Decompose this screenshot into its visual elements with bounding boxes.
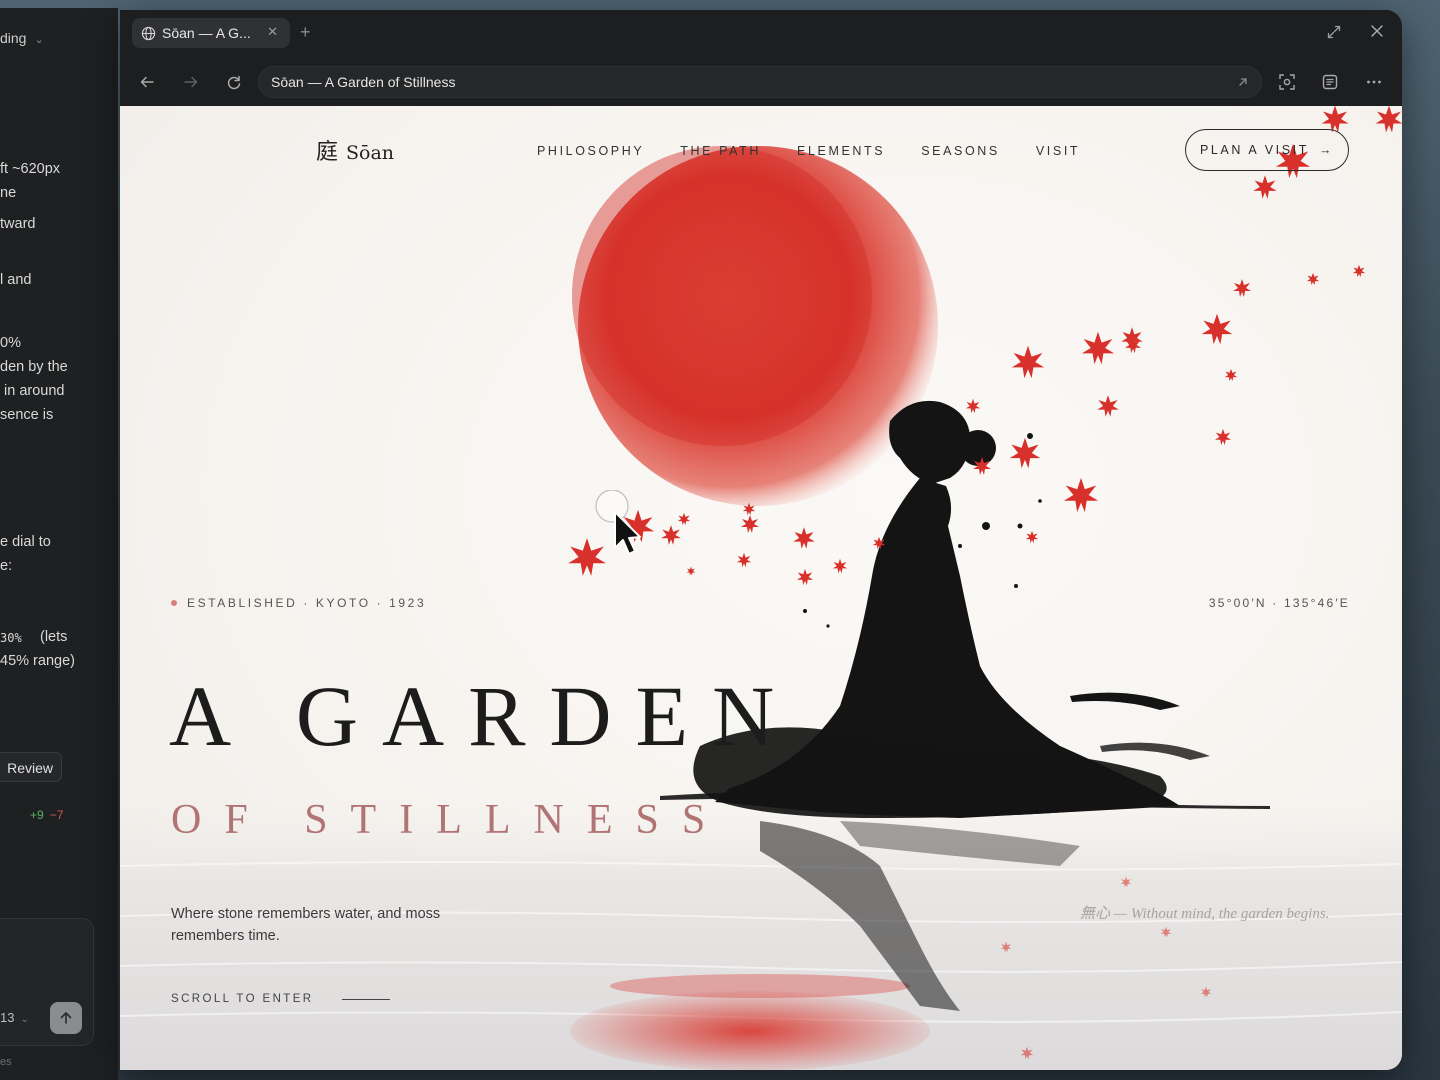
hero-subheadline: OF STILLNESS (171, 797, 729, 843)
close-window-icon[interactable] (1370, 24, 1384, 43)
model-select[interactable]: 13 ⌄ (0, 1010, 29, 1025)
nav-seasons[interactable]: SEASONS (921, 144, 1000, 158)
browser-window: Sōan — A G... ✕ + Sōan — A Garden of Sti… (120, 10, 1402, 1070)
zen-quote: 無心 — Without mind, the garden begins. (1080, 906, 1330, 922)
mouse-cursor-icon (595, 490, 641, 555)
chat-text-line: e: (0, 558, 13, 574)
hero-headline: A GARDEN (169, 668, 799, 764)
globe-icon (141, 26, 156, 40)
reader-icon[interactable] (1319, 71, 1341, 93)
new-tab-icon[interactable]: + (300, 22, 311, 43)
logo-kanji: 庭 (316, 140, 339, 165)
chat-text-line: 45% range) (0, 653, 75, 669)
chat-text-line: den by the (0, 359, 68, 375)
reload-icon[interactable] (223, 71, 245, 93)
diff-added: +9 (30, 808, 44, 822)
chat-text-line: tward (0, 216, 36, 232)
model-select-label: 13 (0, 1010, 15, 1025)
scroll-rule (341, 998, 390, 1000)
open-external-icon[interactable] (1237, 68, 1249, 98)
hero-tagline: Where stone remembers water, and moss re… (171, 906, 441, 944)
established-label: ESTABLISHED · KYOTO · 1923 (171, 596, 426, 610)
chat-header[interactable]: ding ⌄ (0, 30, 44, 46)
review-button[interactable]: Review (0, 752, 62, 782)
screenshot-icon[interactable] (1276, 71, 1298, 93)
address-bar[interactable]: Sōan — A Garden of Stillness (258, 66, 1262, 98)
chat-footer-text: es (0, 1056, 12, 1068)
address-text: Sōan — A Garden of Stillness (271, 74, 456, 90)
chat-text-line: 0% (0, 335, 21, 351)
scroll-cue[interactable]: SCROLL TO ENTER (171, 993, 390, 1005)
nav-elements[interactable]: ELEMENTS (797, 144, 885, 158)
browser-toolbar: Sōan — A Garden of Stillness (120, 58, 1402, 106)
nav-philosophy[interactable]: PHILOSOPHY (537, 144, 644, 158)
arrow-up-icon (60, 1012, 72, 1024)
close-tab-icon[interactable]: ✕ (267, 24, 278, 40)
chat-panel: ding ⌄ ft ~620px ne tward l and 0% den by… (0, 8, 118, 1080)
chat-header-label: ding (0, 30, 27, 46)
bullet-dot-icon (171, 600, 177, 606)
chat-inline-code: 30% (0, 631, 22, 645)
logo-name: Sōan (346, 142, 395, 164)
chat-text-line: sence is (0, 407, 54, 423)
expand-icon[interactable] (1326, 24, 1342, 45)
arrow-right-icon: → (1318, 143, 1335, 157)
site-logo[interactable]: 庭 Sōan (316, 134, 394, 166)
chevron-down-icon: ⌄ (34, 34, 44, 46)
coordinates-label: 35°00′N · 135°46′E (1208, 596, 1350, 610)
plan-visit-label: PLAN A VISIT (1199, 143, 1309, 157)
site-nav: PHILOSOPHY THE PATH ELEMENTS SEASONS VIS… (537, 144, 1080, 158)
tab-bar: Sōan — A G... ✕ + (120, 10, 1402, 58)
chat-text-line: l and (0, 272, 32, 288)
chat-text-line: (lets (40, 629, 68, 645)
chat-text-line: ft ~620px (0, 161, 61, 177)
browser-tab[interactable]: Sōan — A G... ✕ (132, 18, 290, 48)
established-text: ESTABLISHED · KYOTO · 1923 (187, 596, 427, 610)
more-icon[interactable] (1363, 71, 1385, 93)
tab-title: Sōan — A G... (162, 25, 251, 41)
web-page: 庭 Sōan PHILOSOPHY THE PATH ELEMENTS SEAS… (120, 106, 1402, 1070)
diff-removed: −7 (49, 808, 64, 822)
nav-visit[interactable]: VISIT (1036, 144, 1080, 158)
sun-reflection (570, 991, 930, 1070)
diff-stats: +9 −7 (30, 808, 63, 822)
chat-text-line: ne (0, 185, 17, 201)
chat-text-line: in around (4, 383, 65, 399)
forward-icon[interactable] (180, 71, 202, 93)
scroll-label: SCROLL TO ENTER (171, 993, 314, 1005)
chevron-down-icon: ⌄ (20, 1014, 29, 1025)
nav-the-path[interactable]: THE PATH (680, 144, 761, 158)
send-button[interactable] (50, 1002, 82, 1034)
chat-text-line: e dial to (0, 534, 51, 550)
back-icon[interactable] (136, 71, 158, 93)
plan-visit-button[interactable]: PLAN A VISIT → (1185, 129, 1349, 171)
